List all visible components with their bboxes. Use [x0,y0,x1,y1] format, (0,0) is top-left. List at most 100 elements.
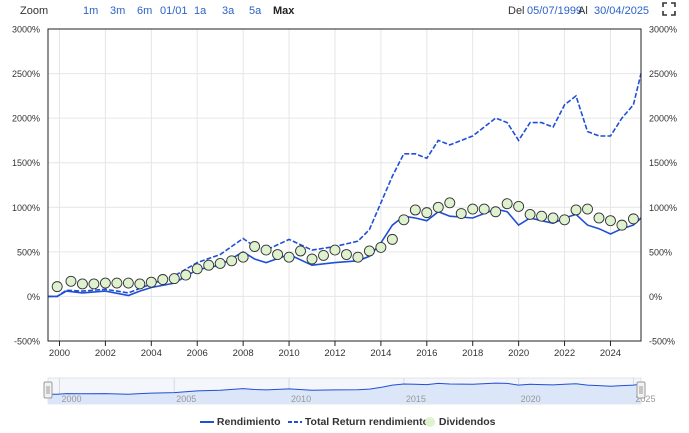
dividend-marker[interactable] [51,281,63,293]
x-tick-label: 2020 [508,348,529,359]
x-tick-label: 2000 [49,348,70,359]
to-date-label: Al [578,5,588,17]
y-tick-label-right: 500% [649,247,672,257]
dividend-marker[interactable] [134,278,146,290]
legend-label-rendimiento: Rendimiento [216,416,281,428]
dividend-marker[interactable] [237,251,249,263]
dividend-marker[interactable] [318,249,329,261]
dividend-marker[interactable] [306,253,318,265]
fullscreen-icon[interactable] [662,2,676,16]
dividend-marker[interactable] [111,277,123,289]
x-tick-label: 2002 [95,348,116,359]
dividend-marker[interactable] [249,241,261,252]
dividend-marker[interactable] [409,204,421,216]
navigator-handle-right[interactable] [636,381,646,399]
dividend-marker[interactable] [180,269,192,281]
dividend-marker[interactable] [329,244,341,256]
y-tick-label-right: 2000% [649,114,677,124]
zoom-6m-button[interactable]: 6m [137,5,152,17]
from-date-input[interactable]: 05/07/1999 [527,5,582,17]
zoom-label: Zoom [20,5,49,17]
dividend-marker[interactable] [341,249,352,260]
y-tick-label-left: 3000% [12,25,40,35]
dividend-marker[interactable] [616,219,628,231]
y-tick-label-left: 500% [17,247,40,257]
navigator-tick-label: 2005 [176,394,196,404]
dividend-marker[interactable] [536,210,548,222]
dividend-marker[interactable] [88,278,100,290]
zoom-1y-button[interactable]: 1a [194,5,206,17]
zoom-3m-button[interactable]: 3m [110,5,125,17]
dividend-marker[interactable] [363,245,375,257]
navigator-tick-label: 2000 [61,394,81,404]
y-tick-label-left: 1500% [12,158,40,168]
dividend-marker[interactable] [283,251,295,263]
dividend-marker[interactable] [272,249,284,260]
dividend-marker[interactable] [627,213,639,225]
dividend-marker[interactable] [203,259,215,271]
zoom-max-button[interactable]: Max [273,5,294,17]
to-date-input[interactable]: 30/04/2025 [594,5,649,17]
x-axis: 2000 2002 2004 2006 2008 2010 2012 2014 2016 2018… [49,341,621,359]
dividend-marker[interactable] [295,245,306,257]
dividend-marker[interactable] [478,203,490,215]
dividend-marker[interactable] [191,263,203,275]
dividend-marker[interactable] [157,274,169,285]
dividend-marker[interactable] [214,257,226,269]
dividend-marker[interactable] [455,208,467,219]
range-toolbar: Zoom 1m 3m 6m 01/01 1a 3a 5a Max Del 05/… [0,0,689,22]
dividend-marker[interactable] [226,255,238,267]
x-tick-label: 2014 [370,348,391,359]
x-tick-label: 2012 [324,348,345,359]
dividend-marker[interactable] [398,214,410,226]
navigator-handle-left[interactable] [43,381,53,399]
legend-item-dividendos[interactable]: Dividendos [424,416,496,428]
dividend-marker[interactable] [65,275,77,287]
y-tick-label-right: -500% [649,337,675,347]
zoom-ytd-button[interactable]: 01/01 [160,5,188,17]
y-tick-label-right: 2500% [649,69,677,79]
zoom-5y-button[interactable]: 5a [249,5,261,17]
y-tick-label-left: -500% [14,337,40,347]
dividend-marker[interactable] [524,208,536,220]
y-axis-right: -500% 0% 500% 1000% 1500% 2000% 2500% 3000% [649,25,677,347]
zoom-1m-button[interactable]: 1m [83,5,98,17]
dividend-marker[interactable] [605,215,616,227]
dividend-marker[interactable] [122,277,134,289]
y-tick-label-left: 0% [27,292,40,302]
series-layer [48,73,642,298]
navigator-tick-label: 2020 [521,394,541,404]
legend-label-total-return: Total Return rendimiento [304,416,429,428]
y-tick-label-left: 2000% [12,114,40,124]
dividend-marker[interactable] [501,198,513,210]
dividend-marker[interactable] [168,273,180,285]
dividend-marker[interactable] [386,233,398,245]
from-date-label: Del [508,5,525,17]
x-tick-label: 2022 [554,348,575,359]
dividend-marker[interactable] [444,197,456,209]
dividend-marker[interactable] [421,207,433,219]
dividend-marker[interactable] [260,244,272,256]
dividend-marker[interactable] [145,276,157,288]
y-axis-left: -500% 0% 500% 1000% 1500% 2000% 2500% 3000% [12,25,40,347]
dividend-marker[interactable] [559,214,571,226]
dividend-marker[interactable] [467,203,479,215]
dividend-marker[interactable] [352,251,364,263]
dividend-marker[interactable] [547,212,559,224]
navigator[interactable]: 2000 2005 2010 2015 2020 2025 [0,376,689,412]
dividend-marker[interactable] [490,206,502,218]
dividend-marker[interactable] [582,203,593,215]
dividend-marker[interactable] [76,278,88,290]
x-tick-label: 2004 [141,348,162,359]
dividend-marker[interactable] [99,277,111,289]
dividend-marker[interactable] [513,200,525,212]
dividend-marker[interactable] [570,204,582,216]
dividend-marker[interactable] [375,241,387,253]
legend-item-rendimiento[interactable]: Rendimiento [200,416,281,428]
zoom-3y-button[interactable]: 3a [222,5,234,17]
dividend-marker[interactable] [593,212,605,224]
legend-item-total-return[interactable]: Total Return rendimiento [288,416,429,428]
performance-chart: -500% 0% 500% 1000% 1500% 2000% 2500% 3000% -50… [12,25,677,360]
dividend-marker[interactable] [432,201,444,213]
legend-label-dividendos: Dividendos [438,416,496,428]
